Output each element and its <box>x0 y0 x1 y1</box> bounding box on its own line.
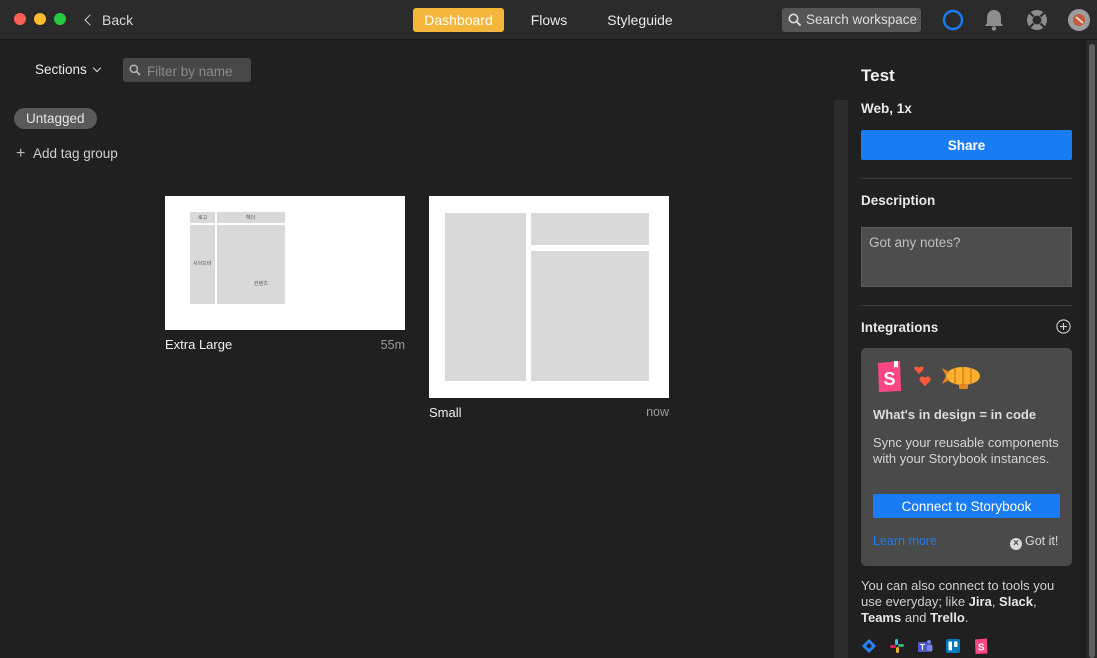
hearts-icon <box>914 366 931 386</box>
screen-name: Small <box>429 405 462 420</box>
promo-heading: What's in design = in code <box>873 407 1037 422</box>
minimize-window-button[interactable] <box>34 13 46 25</box>
svg-text:S: S <box>883 369 895 389</box>
add-integration-icon[interactable] <box>1056 319 1071 334</box>
chevron-left-icon <box>84 14 96 26</box>
scrollbar-thumb[interactable] <box>1089 44 1095 658</box>
screen-time: 55m <box>380 338 405 352</box>
wireframe-logo: 로고 <box>190 212 215 223</box>
storybook-logo-icon: S <box>878 361 901 392</box>
close-icon: × <box>1010 538 1022 550</box>
slack-icon[interactable] <box>889 638 905 654</box>
search-workspace-input[interactable]: Search workspace <box>782 8 921 32</box>
screen-name: Extra Large <box>165 337 233 352</box>
integrations-heading: Integrations <box>861 320 939 335</box>
divider <box>861 178 1072 179</box>
trello-icon[interactable] <box>945 638 961 654</box>
search-placeholder: Search workspace <box>806 12 918 27</box>
tag-untagged[interactable]: Untagged <box>14 108 97 129</box>
search-icon <box>788 13 802 27</box>
screen-title: Test <box>861 66 895 85</box>
screen-thumbnail-small[interactable] <box>429 196 669 398</box>
zoom-window-button[interactable] <box>54 13 66 25</box>
svg-text:T: T <box>920 643 925 652</box>
wireframe-sidebar <box>445 213 526 381</box>
sections-label: Sections <box>35 62 87 77</box>
chevron-down-icon <box>92 63 102 73</box>
tab-dashboard[interactable]: Dashboard <box>413 8 504 32</box>
got-it-button[interactable]: × Got it! <box>1010 534 1058 550</box>
svg-text:S: S <box>978 643 985 654</box>
storybook-icon[interactable]: S <box>973 638 989 654</box>
add-tag-group-label: Add tag group <box>33 146 118 161</box>
description-box[interactable] <box>861 227 1072 287</box>
share-button[interactable]: Share <box>861 130 1072 160</box>
connect-storybook-button[interactable]: Connect to Storybook <box>873 494 1060 518</box>
tab-flows[interactable]: Flows <box>521 8 577 32</box>
wireframe-header <box>531 213 649 245</box>
plus-icon: + <box>16 145 26 162</box>
divider <box>861 305 1072 306</box>
learn-more-link[interactable]: Learn more <box>873 534 937 548</box>
jira-icon[interactable] <box>861 638 877 654</box>
back-button[interactable]: Back <box>84 10 134 30</box>
promo-body: Sync your reusable components with your … <box>873 435 1059 466</box>
search-icon <box>129 64 141 76</box>
wireframe-content <box>531 251 649 381</box>
blimp-icon <box>942 367 980 389</box>
screen-thumbnail-extra-large[interactable]: 로고 헤더 사이드바 컨텐츠 <box>165 196 405 330</box>
help-lifebuoy-icon[interactable] <box>1025 8 1049 32</box>
screen-platform: Web, 1x <box>861 101 912 116</box>
wireframe-sidebar: 사이드바 <box>190 225 215 304</box>
got-it-label: Got it! <box>1025 534 1059 548</box>
close-window-button[interactable] <box>14 13 26 25</box>
integrations-info-text: You can also connect to tools you use ev… <box>861 578 1055 625</box>
user-avatar[interactable] <box>1067 8 1091 32</box>
teams-icon[interactable]: T <box>917 638 933 654</box>
sections-dropdown[interactable]: Sections <box>35 59 102 81</box>
tab-styleguide[interactable]: Styleguide <box>600 8 680 32</box>
activity-ring-icon[interactable] <box>942 9 964 31</box>
wireframe-content: 컨텐츠 <box>217 225 285 304</box>
notifications-bell-icon[interactable] <box>983 8 1005 32</box>
wireframe-header: 헤더 <box>217 212 285 223</box>
back-label: Back <box>102 12 134 28</box>
description-input[interactable] <box>862 228 1071 286</box>
description-heading: Description <box>861 193 936 208</box>
panel-divider <box>834 100 848 658</box>
filter-input[interactable] <box>145 58 249 84</box>
filter-field[interactable] <box>123 58 251 84</box>
screen-time: now <box>646 405 669 419</box>
add-tag-group-button[interactable]: + Add tag group <box>16 144 118 164</box>
storybook-promo-card: S What's in design = in code Sync your r… <box>861 348 1072 566</box>
